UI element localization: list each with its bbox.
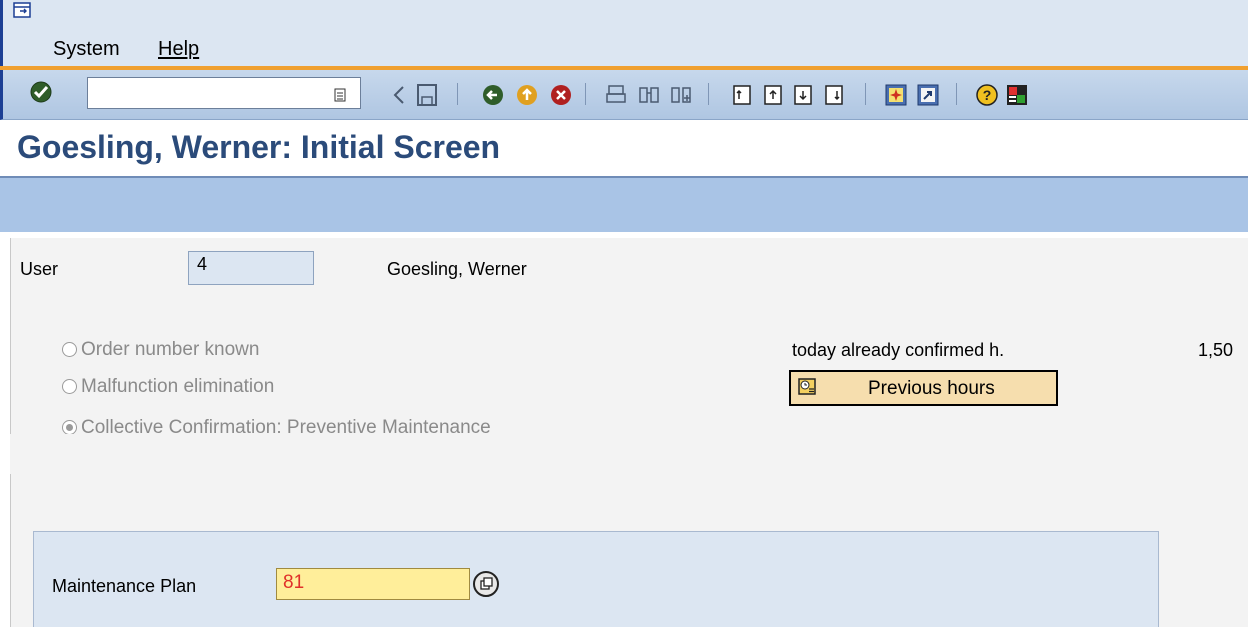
user-field: 4 [188, 251, 314, 285]
first-page-icon[interactable] [731, 83, 755, 107]
help-icon[interactable]: ? [975, 83, 999, 107]
exit-icon[interactable] [515, 83, 539, 107]
last-page-icon[interactable] [823, 83, 847, 107]
menu-help[interactable]: Help [158, 38, 199, 60]
toolbar-separator [457, 83, 458, 105]
toolbar-separator [956, 83, 957, 105]
command-history-icon[interactable] [334, 88, 346, 102]
radio-label: Malfunction elimination [81, 376, 275, 397]
print-icon[interactable] [604, 83, 628, 107]
radio-button[interactable] [62, 342, 77, 357]
back-arrow-icon[interactable] [392, 85, 406, 105]
shortcut-icon[interactable] [916, 83, 940, 107]
user-label: User [20, 259, 59, 279]
cancel-icon[interactable] [549, 83, 573, 107]
layout-icon[interactable] [1005, 83, 1029, 107]
confirmed-hours-value: 1,50 [1198, 340, 1234, 360]
application-toolbar [0, 178, 1248, 232]
menu-bar: System Help [0, 0, 1248, 66]
radio-label: Order number known [81, 339, 260, 360]
next-page-icon[interactable] [792, 83, 816, 107]
toolbar-separator [865, 83, 866, 105]
user-name-text: Goesling, Werner [387, 259, 527, 279]
system-menu-icon[interactable] [13, 2, 31, 18]
enter-icon[interactable] [29, 80, 53, 104]
save-icon[interactable] [416, 83, 438, 107]
maintenance-plan-label: Maintenance Plan [52, 576, 197, 596]
radio-button[interactable] [62, 379, 77, 394]
find-next-icon[interactable] [669, 83, 693, 107]
command-field[interactable] [87, 77, 361, 109]
toolbar-separator [585, 83, 586, 105]
previous-page-icon[interactable] [762, 83, 786, 107]
confirmed-hours-label: today already confirmed h. [792, 340, 1005, 360]
radio-order-number-known[interactable]: Order number known [62, 339, 259, 361]
radio-malfunction-elimination[interactable]: Malfunction elimination [62, 376, 274, 398]
page-title: Goesling, Werner: Initial Screen [17, 129, 501, 165]
toolbar-separator [708, 83, 709, 105]
previous-hours-label: Previous hours [868, 378, 995, 399]
menu-system[interactable]: System [53, 38, 120, 60]
title-bar: Goesling, Werner: Initial Screen [0, 120, 1248, 178]
content-clip [10, 434, 1248, 474]
value-help-icon[interactable] [472, 570, 500, 598]
previous-hours-icon [798, 378, 816, 395]
back-icon[interactable] [481, 83, 505, 107]
maintenance-plan-field[interactable]: 81 [276, 568, 470, 600]
new-session-icon[interactable] [884, 83, 908, 107]
previous-hours-button[interactable]: Previous hours [789, 370, 1058, 406]
find-icon[interactable] [637, 83, 661, 107]
svg-text:?: ? [983, 87, 992, 103]
radio-button-selected[interactable] [62, 420, 77, 435]
maintenance-plan-group [33, 531, 1159, 627]
